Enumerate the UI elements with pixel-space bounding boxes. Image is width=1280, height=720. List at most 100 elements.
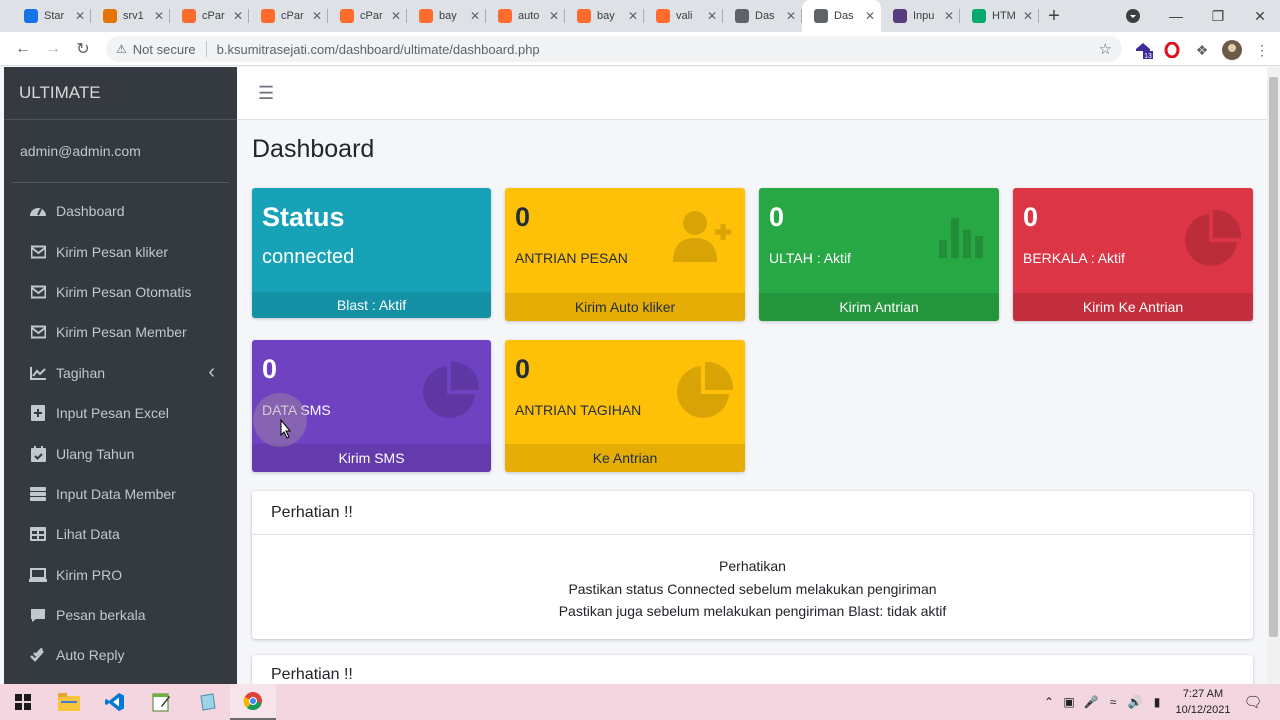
info-box-footer-link[interactable]: Kirim Auto kliker: [505, 293, 745, 321]
restore-icon[interactable]: ❐: [1198, 0, 1238, 32]
tab-close-icon[interactable]: ✕: [865, 9, 875, 23]
browser-tab[interactable]: srv1 ✕: [91, 0, 170, 32]
tab-title: Das: [755, 10, 775, 22]
tab-title: cPar: [360, 10, 383, 22]
tab-close-icon[interactable]: ✕: [707, 9, 717, 23]
browser-tab[interactable]: Inpu ✕: [881, 0, 960, 32]
info-box-footer-link[interactable]: Kirim Antrian: [759, 293, 999, 321]
sidebar-item-label: Kirim Pesan Otomatis: [56, 283, 192, 300]
info-box-footer-link[interactable]: Kirim Ke Antrian: [1013, 293, 1253, 321]
back-icon[interactable]: ←: [8, 34, 38, 64]
tab-close-icon[interactable]: ✕: [549, 9, 559, 23]
browser-tab[interactable]: bay ✕: [407, 0, 486, 32]
microphone-icon[interactable]: 🎤: [1080, 695, 1102, 709]
sidebar-item-tagihan[interactable]: Tagihan ‹: [4, 353, 237, 393]
sidebar-item-pesan-berkala[interactable]: Pesan berkala: [4, 595, 237, 635]
tab-close-icon[interactable]: ✕: [154, 9, 164, 23]
sidebar-item-kirim-pesan-kliker[interactable]: Kirim Pesan kliker: [4, 231, 237, 271]
cpanel-favicon-icon: [261, 9, 275, 23]
notification-icon[interactable]: 🗨: [1243, 684, 1263, 720]
taskbar-clock[interactable]: 7:27 AM 10/12/2021: [1170, 686, 1236, 718]
bookmark-star-icon[interactable]: ☆: [1099, 40, 1112, 58]
sidebar-item-label: Kirim Pesan kliker: [56, 243, 169, 260]
opera-icon[interactable]: [1161, 39, 1183, 61]
puzzle-extensions-icon[interactable]: ❖: [1191, 39, 1213, 61]
tab-close-icon[interactable]: ✕: [470, 9, 480, 23]
tab-close-icon[interactable]: ✕: [1023, 9, 1033, 23]
browser-tab[interactable]: bay ✕: [565, 0, 644, 32]
minimize-icon[interactable]: —: [1156, 0, 1196, 32]
tab-close-icon[interactable]: ✕: [312, 9, 322, 23]
cpanel-favicon-icon: [419, 9, 433, 23]
reload-icon[interactable]: ↻: [68, 34, 98, 64]
sidebar-item-kirim-pesan-otomatis[interactable]: Kirim Pesan Otomatis: [4, 272, 237, 312]
sidebar-item-input-pesan-excel[interactable]: Input Pesan Excel: [4, 393, 237, 433]
vscode-icon[interactable]: [92, 684, 138, 720]
tab-close-icon[interactable]: ✕: [75, 9, 85, 23]
brand-logo-text[interactable]: ULTIMATE: [4, 67, 237, 120]
browser-tab[interactable]: vali ✕: [644, 0, 723, 32]
sidebar-item-input-data-member[interactable]: Input Data Member: [4, 474, 237, 514]
tab-title: auto: [518, 10, 540, 22]
sidebar-item-label: Auto Reply: [56, 647, 125, 664]
user-email[interactable]: admin@admin.com: [12, 120, 229, 183]
meet-now-icon[interactable]: ▣: [1058, 695, 1080, 709]
pie-chart-icon: [419, 361, 480, 425]
browser-menu-icon[interactable]: ⋮: [1251, 39, 1273, 61]
browser-tab[interactable]: Das ✕: [723, 0, 802, 32]
sidebar-item-dashboard[interactable]: Dashboard: [4, 191, 237, 231]
tray-chevron-up-icon[interactable]: ⌃: [1040, 695, 1058, 709]
notepad-icon[interactable]: [138, 684, 184, 720]
sidebar: ULTIMATE admin@admin.com Dashboard Kirim …: [4, 67, 237, 684]
hamburger-menu-icon[interactable]: ☰: [258, 83, 274, 104]
volume-icon[interactable]: 🔊: [1124, 695, 1146, 709]
battery-icon[interactable]: ▮: [1146, 695, 1168, 709]
file-explorer-icon[interactable]: [46, 684, 92, 720]
sidebar-item-ulang-tahun[interactable]: Ulang Tahun: [4, 433, 237, 473]
system-tray: ⌃ ▣ 🎤 ≈ 🔊 ▮: [1040, 684, 1168, 720]
info-box-footer-link[interactable]: Blast : Aktif: [252, 292, 491, 318]
browser-tab[interactable]: cPar ✕: [328, 0, 407, 32]
forward-icon[interactable]: →: [38, 34, 68, 64]
profile-avatar[interactable]: [1221, 39, 1243, 61]
extension-icon[interactable]: 13: [1133, 39, 1155, 61]
start-windows-icon[interactable]: [0, 684, 46, 720]
close-window-icon[interactable]: ✕: [1240, 0, 1280, 32]
sidebar-item-label: Input Data Member: [56, 485, 176, 502]
sidebar-item-lihat-data[interactable]: Lihat Data: [4, 514, 237, 554]
tab-close-icon[interactable]: ✕: [628, 9, 638, 23]
tab-close-icon[interactable]: ✕: [944, 9, 954, 23]
sidebar-item-kirim-pesan-member[interactable]: Kirim Pesan Member: [4, 312, 237, 352]
browser-tab[interactable]: auto ✕: [486, 0, 565, 32]
sidebar-item-label: Tagihan: [56, 364, 106, 381]
file-plus-icon: [29, 405, 47, 422]
tab-search-icon[interactable]: [1113, 0, 1153, 32]
browser-tab[interactable]: cPar ✕: [249, 0, 328, 32]
browser-tab[interactable]: HTM ✕: [960, 0, 1039, 32]
sidebar-item-auto-reply[interactable]: Auto Reply: [4, 635, 237, 675]
tab-close-icon[interactable]: ✕: [233, 9, 243, 23]
chrome-icon[interactable]: [230, 684, 276, 720]
sidebar-item-label: Pesan berkala: [56, 607, 146, 624]
page-scrollbar[interactable]: [1267, 67, 1280, 684]
browser-tab[interactable]: cPar ✕: [170, 0, 249, 32]
app-icon[interactable]: [184, 684, 230, 720]
info-box-footer-link[interactable]: Ke Antrian: [505, 444, 745, 472]
info-box-footer-link[interactable]: Kirim SMS: [252, 444, 491, 472]
comment-icon: [29, 607, 47, 623]
address-bar[interactable]: ⚠ Not secure b.ksumitrasejati.com/dashbo…: [106, 36, 1122, 62]
info-box-value: 0: [515, 354, 531, 384]
bar-chart-icon: [937, 210, 987, 261]
tab-close-icon[interactable]: ✕: [786, 9, 796, 23]
scrollbar-thumb[interactable]: [1269, 77, 1278, 637]
new-tab-button[interactable]: +: [1039, 0, 1069, 32]
browser-tab[interactable]: Das ✕: [802, 0, 881, 32]
tab-close-icon[interactable]: ✕: [391, 9, 401, 23]
tab-title: Inpu: [913, 10, 935, 22]
browser-tab[interactable]: Star ✕: [12, 0, 91, 32]
laptop-icon: [29, 567, 47, 583]
sidebar-item-kirim-pro[interactable]: Kirim PRO: [4, 555, 237, 595]
notice-card: Perhatian !! Perhatikan Pastikan status …: [252, 491, 1253, 639]
wifi-icon[interactable]: ≈: [1102, 695, 1124, 709]
clock-date: 10/12/2021: [1175, 704, 1231, 716]
